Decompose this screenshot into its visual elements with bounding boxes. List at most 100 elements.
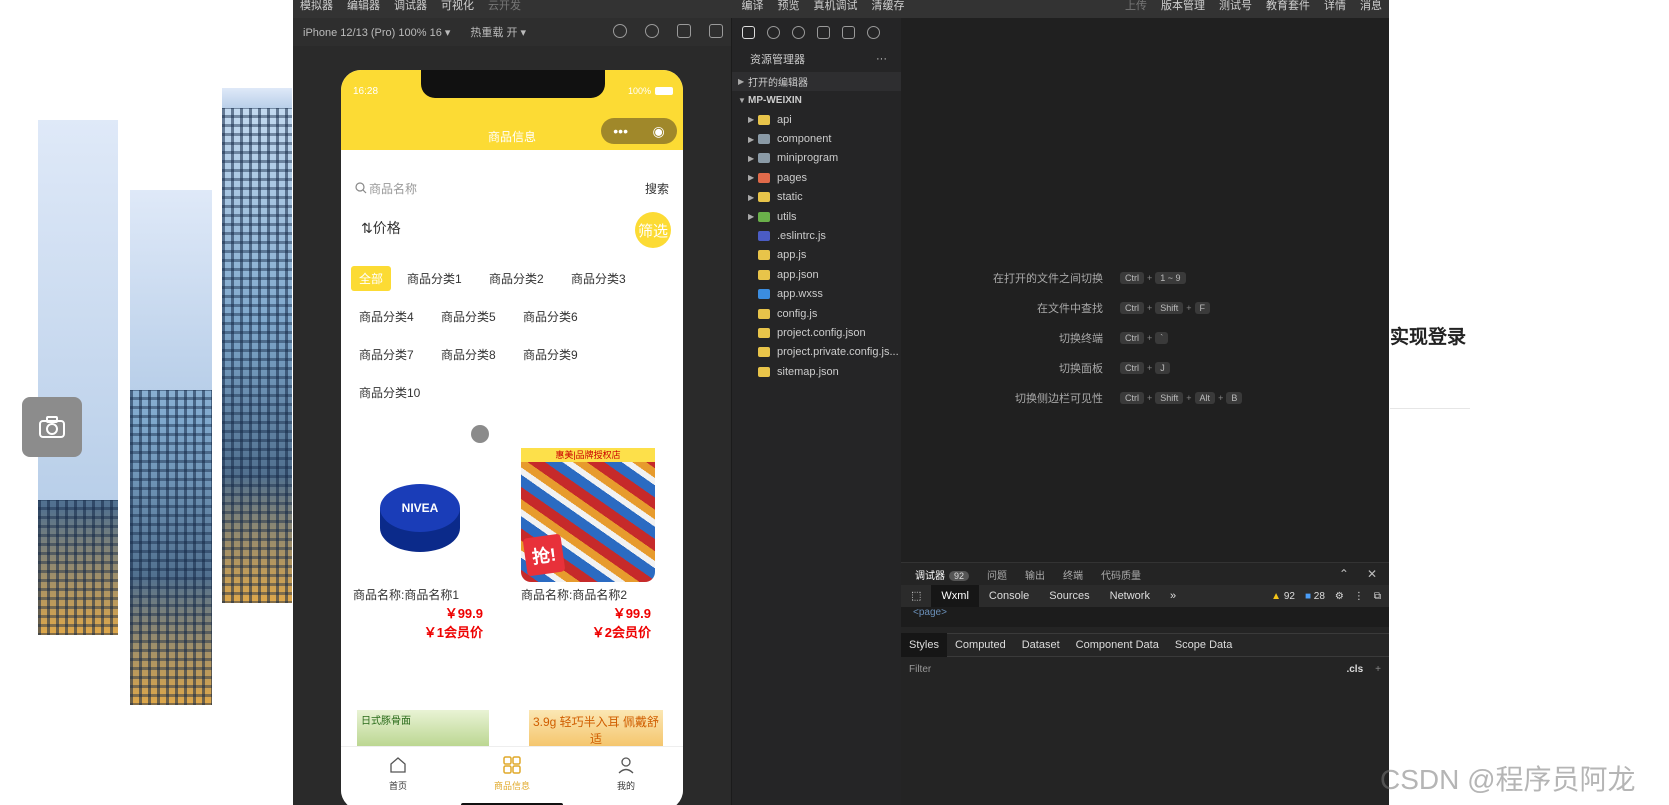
menu-details[interactable]: 详情 xyxy=(1317,0,1353,18)
tree-folder[interactable]: ▶ pages xyxy=(732,168,901,187)
tree-file[interactable]: app.wxss xyxy=(732,285,901,304)
tree-file[interactable]: project.private.config.js... xyxy=(732,343,901,362)
open-editors-section[interactable]: ▶ 打开的编辑器 xyxy=(732,72,901,91)
close-icon[interactable]: ✕ xyxy=(1367,567,1377,581)
product-card[interactable]: 惠美|品牌授权店 抢! 商品名称:商品名称2 ￥99.9 ￥2会员价 xyxy=(521,448,661,641)
tab-terminal[interactable]: 终端 xyxy=(1063,567,1083,582)
tree-file[interactable]: project.config.json xyxy=(732,323,901,342)
menu-editor[interactable]: 编辑器 xyxy=(340,0,387,18)
menu-simulator[interactable]: 模拟器 xyxy=(293,0,340,18)
category-item[interactable]: 商品分类2 xyxy=(481,266,552,291)
tree-folder[interactable]: ▶ utils xyxy=(732,207,901,226)
menu-debugger[interactable]: 调试器 xyxy=(387,0,434,18)
search-button[interactable]: 搜索 xyxy=(645,180,669,197)
menu-capsule[interactable]: ••• ◉ xyxy=(601,118,677,144)
device-select[interactable]: iPhone 12/13 (Pro) 100% 16 ▾ xyxy=(303,26,450,39)
tab-network[interactable]: Network xyxy=(1100,585,1160,607)
tab-mine[interactable]: 我的 xyxy=(569,747,683,805)
category-item[interactable]: 商品分类1 xyxy=(399,266,470,291)
settings-icon[interactable]: ⚙ xyxy=(1335,591,1344,602)
warning-count[interactable]: ▲ 92 xyxy=(1271,591,1295,602)
tab-problems[interactable]: 问题 xyxy=(987,567,1007,582)
product-card[interactable]: NIVEA 商品名称:商品名称1 ￥99.9 ￥1会员价 xyxy=(353,448,493,641)
files-icon[interactable] xyxy=(742,25,755,39)
menu-preview[interactable]: 预览 xyxy=(771,0,807,18)
camera-button[interactable] xyxy=(22,397,82,457)
tab-component-data[interactable]: Component Data xyxy=(1068,633,1167,657)
tab-output[interactable]: 输出 xyxy=(1025,567,1045,582)
source-control-icon[interactable] xyxy=(792,25,805,39)
tree-label: component xyxy=(777,133,832,146)
filter-input[interactable]: Filter xyxy=(909,664,931,675)
menu-upload[interactable]: 上传 xyxy=(1118,0,1154,18)
more-dots-icon[interactable]: ••• xyxy=(613,123,628,139)
window-icon[interactable] xyxy=(709,24,723,38)
tree-folder[interactable]: ▶ static xyxy=(732,188,901,207)
tab-console[interactable]: Console xyxy=(979,585,1039,607)
category-item[interactable]: 商品分类8 xyxy=(433,342,504,367)
project-section[interactable]: ▼ MP-WEIXIN xyxy=(732,91,901,110)
menu-clear-cache[interactable]: 清缓存 xyxy=(865,0,912,18)
chevron-up-icon[interactable]: ⌃ xyxy=(1339,567,1349,581)
tree-file[interactable]: app.js xyxy=(732,246,901,265)
menu-cloud[interactable]: 云开发 xyxy=(481,0,528,18)
inspect-icon[interactable]: ⬚ xyxy=(901,585,931,607)
product-thumbnail[interactable]: 日式豚骨面 xyxy=(357,710,489,748)
price-sort[interactable]: ⇅价格 xyxy=(361,218,401,238)
add-rule-icon[interactable]: + xyxy=(1375,664,1381,675)
category-item[interactable]: 商品分类4 xyxy=(351,304,422,329)
tree-file[interactable]: sitemap.json xyxy=(732,362,901,381)
category-item[interactable]: 商品分类10 xyxy=(351,380,428,405)
product-thumbnail[interactable]: 3.9g 轻巧半入耳 佩戴舒适 xyxy=(529,710,663,748)
extensions-icon[interactable] xyxy=(817,25,830,39)
docker-icon[interactable] xyxy=(867,25,880,39)
close-target-icon[interactable]: ◉ xyxy=(653,123,665,140)
stop-icon[interactable] xyxy=(645,24,659,38)
tree-file[interactable]: config.js xyxy=(732,304,901,323)
cls-toggle[interactable]: .cls xyxy=(1346,664,1363,675)
menu-real-device[interactable]: 真机调试 xyxy=(807,0,865,18)
category-item[interactable]: 商品分类7 xyxy=(351,342,422,367)
search-icon[interactable] xyxy=(767,25,780,39)
menu-edu[interactable]: 教育套件 xyxy=(1259,0,1317,18)
category-item[interactable]: 商品分类9 xyxy=(515,342,586,367)
phone-icon[interactable] xyxy=(677,24,691,38)
filter-button[interactable]: 筛选 xyxy=(635,212,671,248)
menu-version[interactable]: 版本管理 xyxy=(1154,0,1212,18)
tab-code-quality[interactable]: 代码质量 xyxy=(1101,567,1141,582)
search-input[interactable]: 商品名称 xyxy=(369,180,645,197)
tab-scope-data[interactable]: Scope Data xyxy=(1167,633,1240,657)
tree-folder[interactable]: ▶ api xyxy=(732,110,901,129)
tab-debugger[interactable]: 调试器 92 xyxy=(915,567,970,582)
refresh-icon[interactable] xyxy=(613,24,627,38)
tab-styles[interactable]: Styles xyxy=(901,633,947,657)
info-count[interactable]: ■ 28 xyxy=(1305,591,1325,602)
menu-visual[interactable]: 可视化 xyxy=(434,0,481,18)
storage-icon[interactable] xyxy=(842,25,855,39)
tree-folder[interactable]: ▶ component xyxy=(732,129,901,148)
grid-icon xyxy=(503,756,521,774)
tree-file[interactable]: app.json xyxy=(732,265,901,284)
tab-sources[interactable]: Sources xyxy=(1039,585,1099,607)
tree-file[interactable]: .eslintrc.js xyxy=(732,226,901,245)
category-item[interactable]: 商品分类5 xyxy=(433,304,504,329)
info-value: 28 xyxy=(1313,590,1325,602)
tree-folder[interactable]: ▶ miniprogram xyxy=(732,149,901,168)
tab-products[interactable]: 商品信息 xyxy=(455,747,569,805)
more-tabs-icon[interactable]: » xyxy=(1160,585,1186,607)
kebab-icon[interactable]: ⋮ xyxy=(1354,591,1364,602)
tab-wxml[interactable]: Wxml xyxy=(931,585,979,607)
menu-messages[interactable]: 消息 xyxy=(1353,0,1389,18)
menu-compile[interactable]: 编译 xyxy=(735,0,771,18)
tab-dataset[interactable]: Dataset xyxy=(1014,633,1068,657)
category-item[interactable]: 商品分类6 xyxy=(515,304,586,329)
undock-icon[interactable]: ⧉ xyxy=(1374,591,1381,602)
wxml-node[interactable]: <page> xyxy=(901,607,1389,627)
hot-reload-toggle[interactable]: 热重载 开 ▾ xyxy=(470,24,526,40)
menu-test-account[interactable]: 测试号 xyxy=(1212,0,1259,18)
category-item[interactable]: 商品分类3 xyxy=(563,266,634,291)
tab-home[interactable]: 首页 xyxy=(341,747,455,805)
category-all[interactable]: 全部 xyxy=(351,266,392,291)
tab-computed[interactable]: Computed xyxy=(947,633,1014,657)
more-icon[interactable]: ··· xyxy=(876,53,887,65)
